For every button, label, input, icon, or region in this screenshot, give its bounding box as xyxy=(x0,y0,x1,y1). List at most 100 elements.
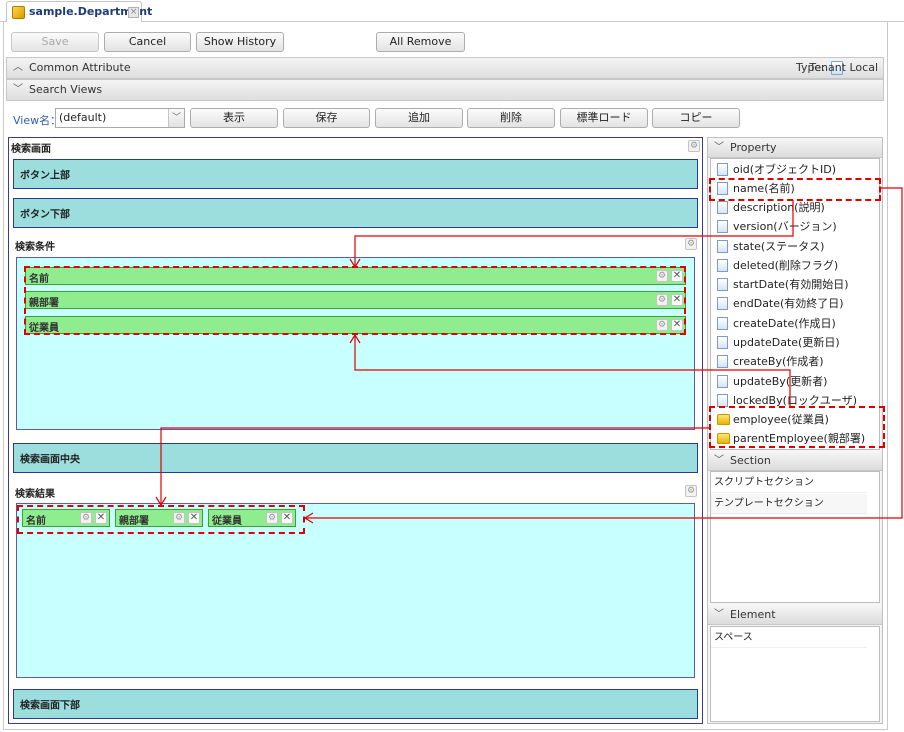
search-bottom-label: 検索画面下部 xyxy=(20,700,80,712)
gear-icon[interactable]: ⚙ xyxy=(80,512,92,524)
close-icon[interactable]: ✕ xyxy=(281,512,293,524)
document-icon xyxy=(717,201,728,214)
property-panel-title: Property xyxy=(730,141,777,154)
element-panel-header[interactable]: ﹀ Element xyxy=(708,605,882,625)
gear-icon[interactable]: ⚙ xyxy=(656,270,668,282)
property-item[interactable]: deleted(削除フラグ) xyxy=(717,256,838,275)
gear-icon[interactable]: ⚙ xyxy=(656,294,668,306)
condition-row[interactable]: 名前 ⚙ ✕ xyxy=(25,267,686,285)
document-icon xyxy=(717,240,728,253)
view-name-label: View名： xyxy=(13,114,62,127)
condition-row[interactable]: 親部署 ⚙ ✕ xyxy=(25,291,686,309)
view-add-button[interactable]: 追加 xyxy=(375,108,463,128)
chevron-up-icon: ︿ xyxy=(13,62,23,73)
result-column-label: 従業員 xyxy=(212,516,242,527)
search-views-bar[interactable]: ﹀ Search Views xyxy=(6,79,884,101)
palette-panel: ﹀ Property oid(オブジェクトID) name(名前) descri… xyxy=(707,137,883,724)
result-column[interactable]: 従業員 ⚙ ✕ xyxy=(208,509,296,527)
search-results-area[interactable] xyxy=(16,503,695,678)
view-name-value: (default) xyxy=(59,111,107,124)
document-icon xyxy=(717,317,728,330)
section-list: スクリプトセクション テンプレートセクション xyxy=(710,471,880,603)
view-save-button[interactable]: 保存 xyxy=(283,108,370,128)
view-name-select[interactable]: (default) ﹀ xyxy=(55,108,185,128)
button-top-area[interactable]: ボタン上部 xyxy=(13,159,698,189)
property-item[interactable]: createBy(作成者) xyxy=(717,352,824,371)
button-bottom-area[interactable]: ボタン下部 xyxy=(13,198,698,228)
search-conditions-title: 検索条件 xyxy=(15,242,55,253)
close-icon[interactable]: ✕ xyxy=(188,512,200,524)
property-item[interactable]: createDate(作成日) xyxy=(717,314,836,333)
button-bottom-label: ボタン下部 xyxy=(20,209,70,221)
search-screen-title: 検索画面 xyxy=(11,144,51,155)
folder-icon xyxy=(717,433,730,444)
result-column[interactable]: 名前 ⚙ ✕ xyxy=(22,509,110,527)
property-item[interactable]: lockedBy(ロックユーザ) xyxy=(717,391,857,410)
property-item[interactable]: startDate(有効開始日) xyxy=(717,275,849,294)
property-item[interactable]: updateBy(更新者) xyxy=(717,372,827,391)
chevron-down-icon: ﹀ xyxy=(714,142,724,153)
close-icon[interactable]: ✕ xyxy=(671,294,683,306)
property-item[interactable]: employee(従業員) xyxy=(717,410,829,429)
view-display-button[interactable]: 表示 xyxy=(190,108,278,128)
property-item[interactable]: oid(オブジェクトID) xyxy=(717,160,836,179)
property-item[interactable]: state(ステータス) xyxy=(717,237,824,256)
tab-sample-department[interactable]: sample.Department × xyxy=(6,1,152,23)
document-icon xyxy=(717,259,728,272)
save-button[interactable]: Save xyxy=(11,32,99,52)
property-item[interactable]: parentEmployee(親部署) xyxy=(717,429,865,448)
cancel-button[interactable]: Cancel xyxy=(104,32,191,52)
condition-row[interactable]: 従業員 ⚙ ✕ xyxy=(25,316,686,334)
button-top-label: ボタン上部 xyxy=(20,170,70,182)
document-icon xyxy=(717,375,728,388)
chevron-down-icon: ﹀ xyxy=(13,84,23,95)
close-icon[interactable]: ✕ xyxy=(671,319,683,331)
gear-icon[interactable]: ⚙ xyxy=(266,512,278,524)
result-column-label: 名前 xyxy=(26,516,46,527)
property-item[interactable]: endDate(有効終了日) xyxy=(717,294,844,313)
show-history-button[interactable]: Show History xyxy=(196,32,284,52)
view-delete-button[interactable]: 削除 xyxy=(467,108,555,128)
element-item[interactable]: スペース xyxy=(711,628,867,648)
property-panel-header[interactable]: ﹀ Property xyxy=(708,138,882,158)
search-center-label: 検索画面中央 xyxy=(20,454,80,466)
property-item[interactable]: version(バージョン) xyxy=(717,217,837,236)
gear-icon[interactable]: ⚙ xyxy=(173,512,185,524)
document-icon xyxy=(717,394,728,407)
property-item[interactable]: updateDate(更新日) xyxy=(717,333,840,352)
close-icon[interactable]: ✕ xyxy=(671,270,683,282)
chevron-down-icon: ﹀ xyxy=(714,609,724,620)
result-column[interactable]: 親部署 ⚙ ✕ xyxy=(115,509,203,527)
chevron-down-icon: ﹀ xyxy=(714,455,724,466)
search-bottom-area[interactable]: 検索画面下部 xyxy=(13,689,698,719)
gear-icon[interactable]: ⚙ xyxy=(685,485,697,497)
document-icon xyxy=(717,163,728,176)
type-value: Tenant Local xyxy=(809,61,878,74)
document-icon xyxy=(717,278,728,291)
property-item[interactable]: description(説明) xyxy=(717,198,825,217)
property-item[interactable]: name(名前) xyxy=(717,179,795,198)
chevron-down-icon[interactable]: ﹀ xyxy=(168,109,184,127)
document-icon xyxy=(717,182,728,195)
close-icon[interactable]: × xyxy=(128,7,139,18)
all-remove-button[interactable]: All Remove xyxy=(376,32,465,52)
section-item[interactable]: テンプレートセクション xyxy=(711,494,867,514)
section-panel-header[interactable]: ﹀ Section xyxy=(708,451,882,471)
property-list: oid(オブジェクトID) name(名前) description(説明) v… xyxy=(710,158,880,450)
document-icon xyxy=(717,297,728,310)
search-center-area[interactable]: 検索画面中央 xyxy=(13,443,698,473)
condition-row-label: 名前 xyxy=(29,274,49,285)
common-attribute-bar[interactable]: ︿ Common Attribute Type: Tenant Local xyxy=(6,57,884,79)
document-icon xyxy=(717,220,728,233)
element-list: スペース xyxy=(710,626,880,722)
section-item[interactable]: スクリプトセクション xyxy=(711,473,867,493)
condition-row-label: 親部署 xyxy=(29,298,59,309)
result-column-label: 親部署 xyxy=(119,516,149,527)
view-standard-load-button[interactable]: 標準ロード xyxy=(560,108,648,128)
gear-icon[interactable]: ⚙ xyxy=(688,140,700,152)
gear-icon[interactable]: ⚙ xyxy=(656,319,668,331)
close-icon[interactable]: ✕ xyxy=(95,512,107,524)
view-copy-button[interactable]: コピー xyxy=(652,108,740,128)
condition-row-label: 従業員 xyxy=(29,323,59,334)
gear-icon[interactable]: ⚙ xyxy=(685,238,697,250)
